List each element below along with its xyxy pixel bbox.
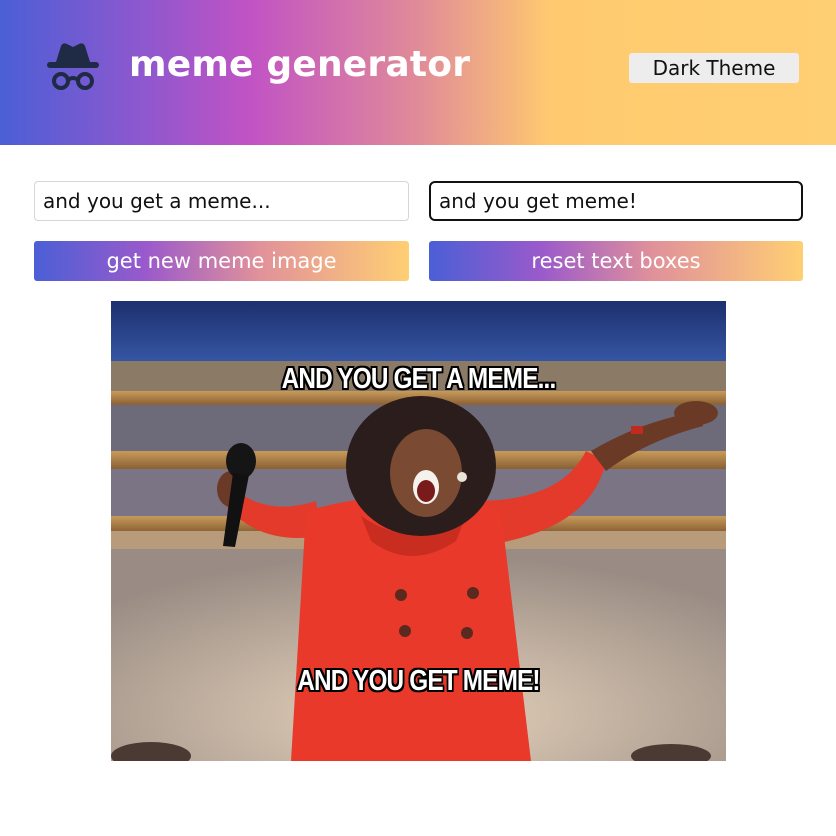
meme-top-caption: AND YOU GET A MEME... <box>281 363 557 395</box>
meme-bottom-caption: AND YOU GET MEME! <box>297 665 540 697</box>
reset-text-boxes-button[interactable]: reset text boxes <box>429 241 803 281</box>
bottom-text-input[interactable] <box>429 181 803 221</box>
get-new-meme-image-button[interactable]: get new meme image <box>34 241 409 281</box>
meme-preview: AND YOU GET A MEME... AND YOU GET MEME! <box>111 301 726 761</box>
top-text-input[interactable] <box>34 181 409 221</box>
app-header: meme generator Dark Theme <box>0 0 836 145</box>
dark-theme-button[interactable]: Dark Theme <box>629 53 799 83</box>
app-title: meme generator <box>129 44 471 85</box>
incognito-icon <box>47 43 99 90</box>
